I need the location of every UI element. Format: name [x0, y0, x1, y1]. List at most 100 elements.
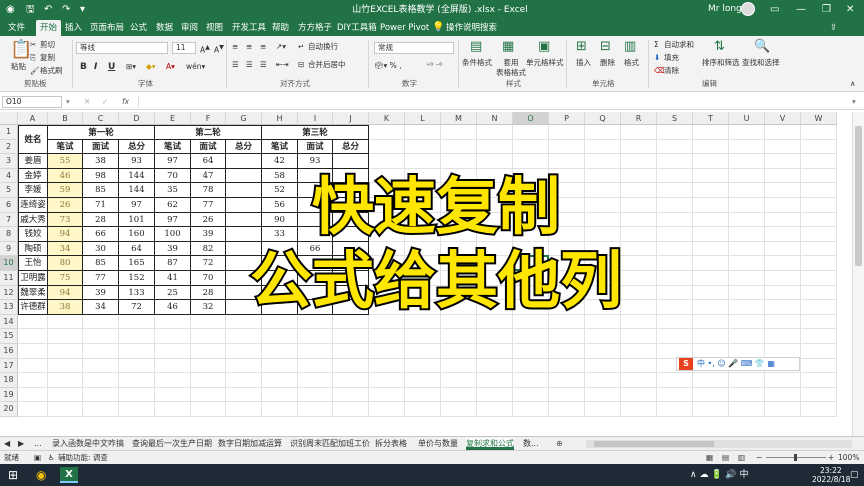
cell-styles-icon[interactable]: ▣ [538, 40, 550, 54]
number-format-select[interactable]: 常规 [374, 42, 454, 54]
ime-status-text[interactable]: 中 •, ☺ 🎤 ⌨ 👕 ▦ [697, 358, 775, 370]
sheet-tab[interactable]: 数... [523, 438, 539, 450]
subheader-cell[interactable]: 笔试 [48, 139, 83, 155]
borders-icon[interactable]: ⊞▾ [126, 62, 136, 72]
header-round2[interactable]: 第二轮 [155, 125, 262, 140]
table-cell[interactable]: 66 [83, 227, 119, 242]
font-size-select[interactable]: 11 [172, 42, 196, 54]
column-header[interactable]: J [333, 112, 369, 125]
table-cell[interactable]: 75 [48, 271, 83, 286]
sheet-tab[interactable]: 识别周末匹配加班工价 [290, 438, 370, 450]
zoom-level[interactable]: 100% [838, 453, 859, 463]
table-cell[interactable]: 62 [155, 198, 191, 213]
column-header[interactable]: R [621, 112, 657, 125]
namebox-dropdown-icon[interactable]: ▾ [66, 97, 70, 107]
fill-button[interactable]: 填充 [664, 53, 679, 63]
column-header[interactable]: S [657, 112, 693, 125]
subheader-cell[interactable]: 面试 [298, 139, 333, 155]
table-cell[interactable]: 97 [155, 154, 191, 169]
name-cell[interactable]: 卫明露 [18, 271, 48, 286]
table-cell[interactable]: 72 [119, 300, 155, 315]
table-cell[interactable]: 70 [155, 168, 191, 184]
table-cell[interactable]: 28 [83, 212, 119, 228]
autosum-button[interactable]: 自动求和 [664, 40, 694, 50]
row-header[interactable]: 1 [0, 125, 18, 140]
name-cell[interactable]: 王怡 [18, 256, 48, 271]
align-middle-icon[interactable]: ≡ [246, 42, 252, 52]
table-cell[interactable]: 77 [191, 198, 226, 213]
phonetic-icon[interactable]: wén▾ [186, 62, 205, 72]
table-cell[interactable]: 55 [48, 154, 83, 169]
row-header[interactable]: 20 [0, 402, 18, 417]
redo-icon[interactable]: ↷ [62, 4, 70, 16]
increase-font-icon[interactable]: A▲ [200, 43, 210, 56]
name-cell[interactable]: 戚大秀 [18, 212, 48, 228]
font-name-select[interactable]: 等线 [76, 42, 168, 54]
indent-icon[interactable]: ⇤⇥ [276, 60, 289, 70]
table-cell[interactable]: 144 [119, 168, 155, 184]
align-left-icon[interactable]: ☰ [232, 60, 239, 70]
subheader-cell[interactable]: 总分 [333, 139, 369, 155]
row-header[interactable]: 11 [0, 271, 18, 286]
sheet-tab-active[interactable]: 复制求和公式 [466, 438, 514, 450]
table-cell[interactable]: 152 [119, 271, 155, 286]
table-cell[interactable]: 46 [155, 300, 191, 315]
row-header[interactable]: 14 [0, 314, 18, 330]
tab-data[interactable]: 数据 [156, 22, 173, 34]
table-cell[interactable]: 25 [155, 285, 191, 301]
select-all-corner[interactable] [0, 112, 18, 125]
add-sheet-button[interactable]: ⊕ [556, 438, 563, 450]
table-format-icon[interactable]: ▦ [502, 40, 514, 54]
table-cell[interactable]: 160 [119, 227, 155, 242]
column-header[interactable]: T [693, 112, 729, 125]
minimize-button[interactable]: — [796, 3, 806, 16]
tab-view[interactable]: 视图 [206, 22, 223, 34]
table-cell[interactable]: 85 [83, 256, 119, 271]
row-header[interactable]: 10 [0, 256, 18, 271]
sort-filter-button[interactable]: 排序和筛选 [702, 58, 740, 68]
tab-file[interactable]: 文件 [8, 22, 25, 34]
header-round3[interactable]: 第三轮 [262, 125, 369, 140]
table-cell[interactable]: 70 [191, 271, 226, 286]
chrome-icon[interactable]: ◉ [36, 468, 46, 482]
copy-icon[interactable]: ⎘ [30, 53, 36, 63]
column-header[interactable]: H [262, 112, 298, 125]
confirm-entry-icon[interactable]: ✓ [102, 97, 108, 107]
row-header[interactable]: 7 [0, 212, 18, 228]
page-break-view-icon[interactable]: ▥ [738, 453, 745, 463]
sheet-nav-next[interactable]: ▶ [18, 438, 24, 450]
name-cell[interactable]: 陶硕 [18, 241, 48, 257]
column-header[interactable]: Q [585, 112, 621, 125]
wrap-text-button[interactable]: 自动换行 [308, 42, 338, 52]
table-cell[interactable]: 30 [83, 241, 119, 257]
column-header[interactable]: W [801, 112, 837, 125]
ime-toolbar[interactable]: S 中 •, ☺ 🎤 ⌨ 👕 ▦ [676, 357, 800, 371]
wrap-text-icon[interactable]: ↵ [298, 42, 304, 52]
undo-icon[interactable]: ↶ [44, 4, 52, 16]
table-cell[interactable]: 41 [155, 271, 191, 286]
cell-styles-button[interactable]: 单元格样式 [526, 58, 564, 68]
table-cell[interactable]: 77 [83, 271, 119, 286]
row-header[interactable]: 5 [0, 183, 18, 198]
column-header[interactable]: U [729, 112, 765, 125]
sheet-tab[interactable]: 查询最后一次生产日期 [132, 438, 212, 450]
user-name[interactable]: Mr long [708, 4, 742, 14]
column-header[interactable]: G [226, 112, 262, 125]
table-cell[interactable] [333, 154, 369, 169]
table-cell[interactable]: 97 [119, 198, 155, 213]
tab-formulas[interactable]: 公式 [130, 22, 147, 34]
table-cell[interactable]: 101 [119, 212, 155, 228]
table-cell[interactable]: 39 [191, 227, 226, 242]
font-color-icon[interactable]: A▾ [166, 62, 175, 72]
subheader-cell[interactable]: 笔试 [262, 139, 298, 155]
table-cell[interactable]: 133 [119, 285, 155, 301]
align-center-icon[interactable]: ☰ [246, 60, 253, 70]
expand-formula-icon[interactable]: ▾ [852, 97, 856, 107]
fill-icon[interactable]: ⬇ [654, 53, 660, 63]
sogou-icon[interactable]: S [679, 358, 693, 370]
taskbar-time[interactable]: 23:22 [820, 466, 842, 475]
italic-button[interactable]: I [94, 62, 97, 72]
table-cell[interactable]: 93 [119, 154, 155, 169]
autosum-icon[interactable]: Σ [654, 40, 659, 50]
name-box[interactable]: O10 [2, 96, 62, 108]
